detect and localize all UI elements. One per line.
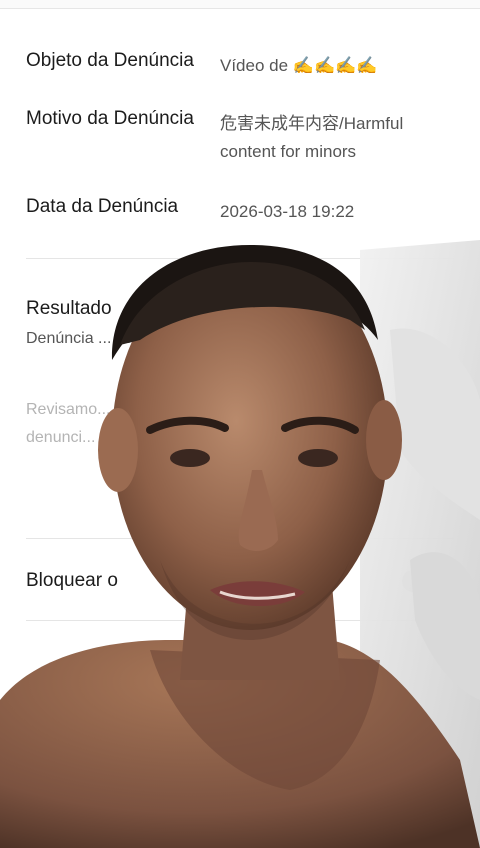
divider — [26, 258, 454, 259]
report-object-row: Objeto da Denúncia Vídeo de ✍✍✍✍ — [26, 50, 454, 80]
result-title: Resultado — [26, 298, 112, 319]
report-reason-row: Motivo da Denúncia 危害未成年内容/Harmful conte… — [26, 108, 454, 168]
report-date-value: 2026-03-18 19:22 — [220, 202, 355, 221]
top-edge — [0, 0, 480, 9]
report-reason-value: 危害未成年内容/Harmful content for minors — [220, 114, 404, 161]
toggle-knob — [402, 570, 424, 592]
result-detail: Revisamo... que nossas D... oladas. Toma… — [26, 401, 411, 446]
result-summary: Denúncia ... ssárias tomadas — [26, 330, 233, 347]
evaluate-label[interactable]: Aval — [62, 664, 99, 686]
report-object-value: Vídeo de ✍✍✍✍ — [220, 56, 378, 75]
report-date-row: Data da Denúncia 2026-03-18 19:22 — [26, 196, 454, 226]
block-user-toggle[interactable] — [402, 570, 454, 592]
report-reason-label: Motivo da Denúncia — [26, 108, 194, 129]
divider — [26, 620, 454, 621]
divider — [26, 538, 454, 539]
report-date-label: Data da Denúncia — [26, 196, 179, 217]
block-user-label: Bloquear o — [26, 570, 118, 591]
report-object-label: Objeto da Denúncia — [26, 50, 194, 71]
